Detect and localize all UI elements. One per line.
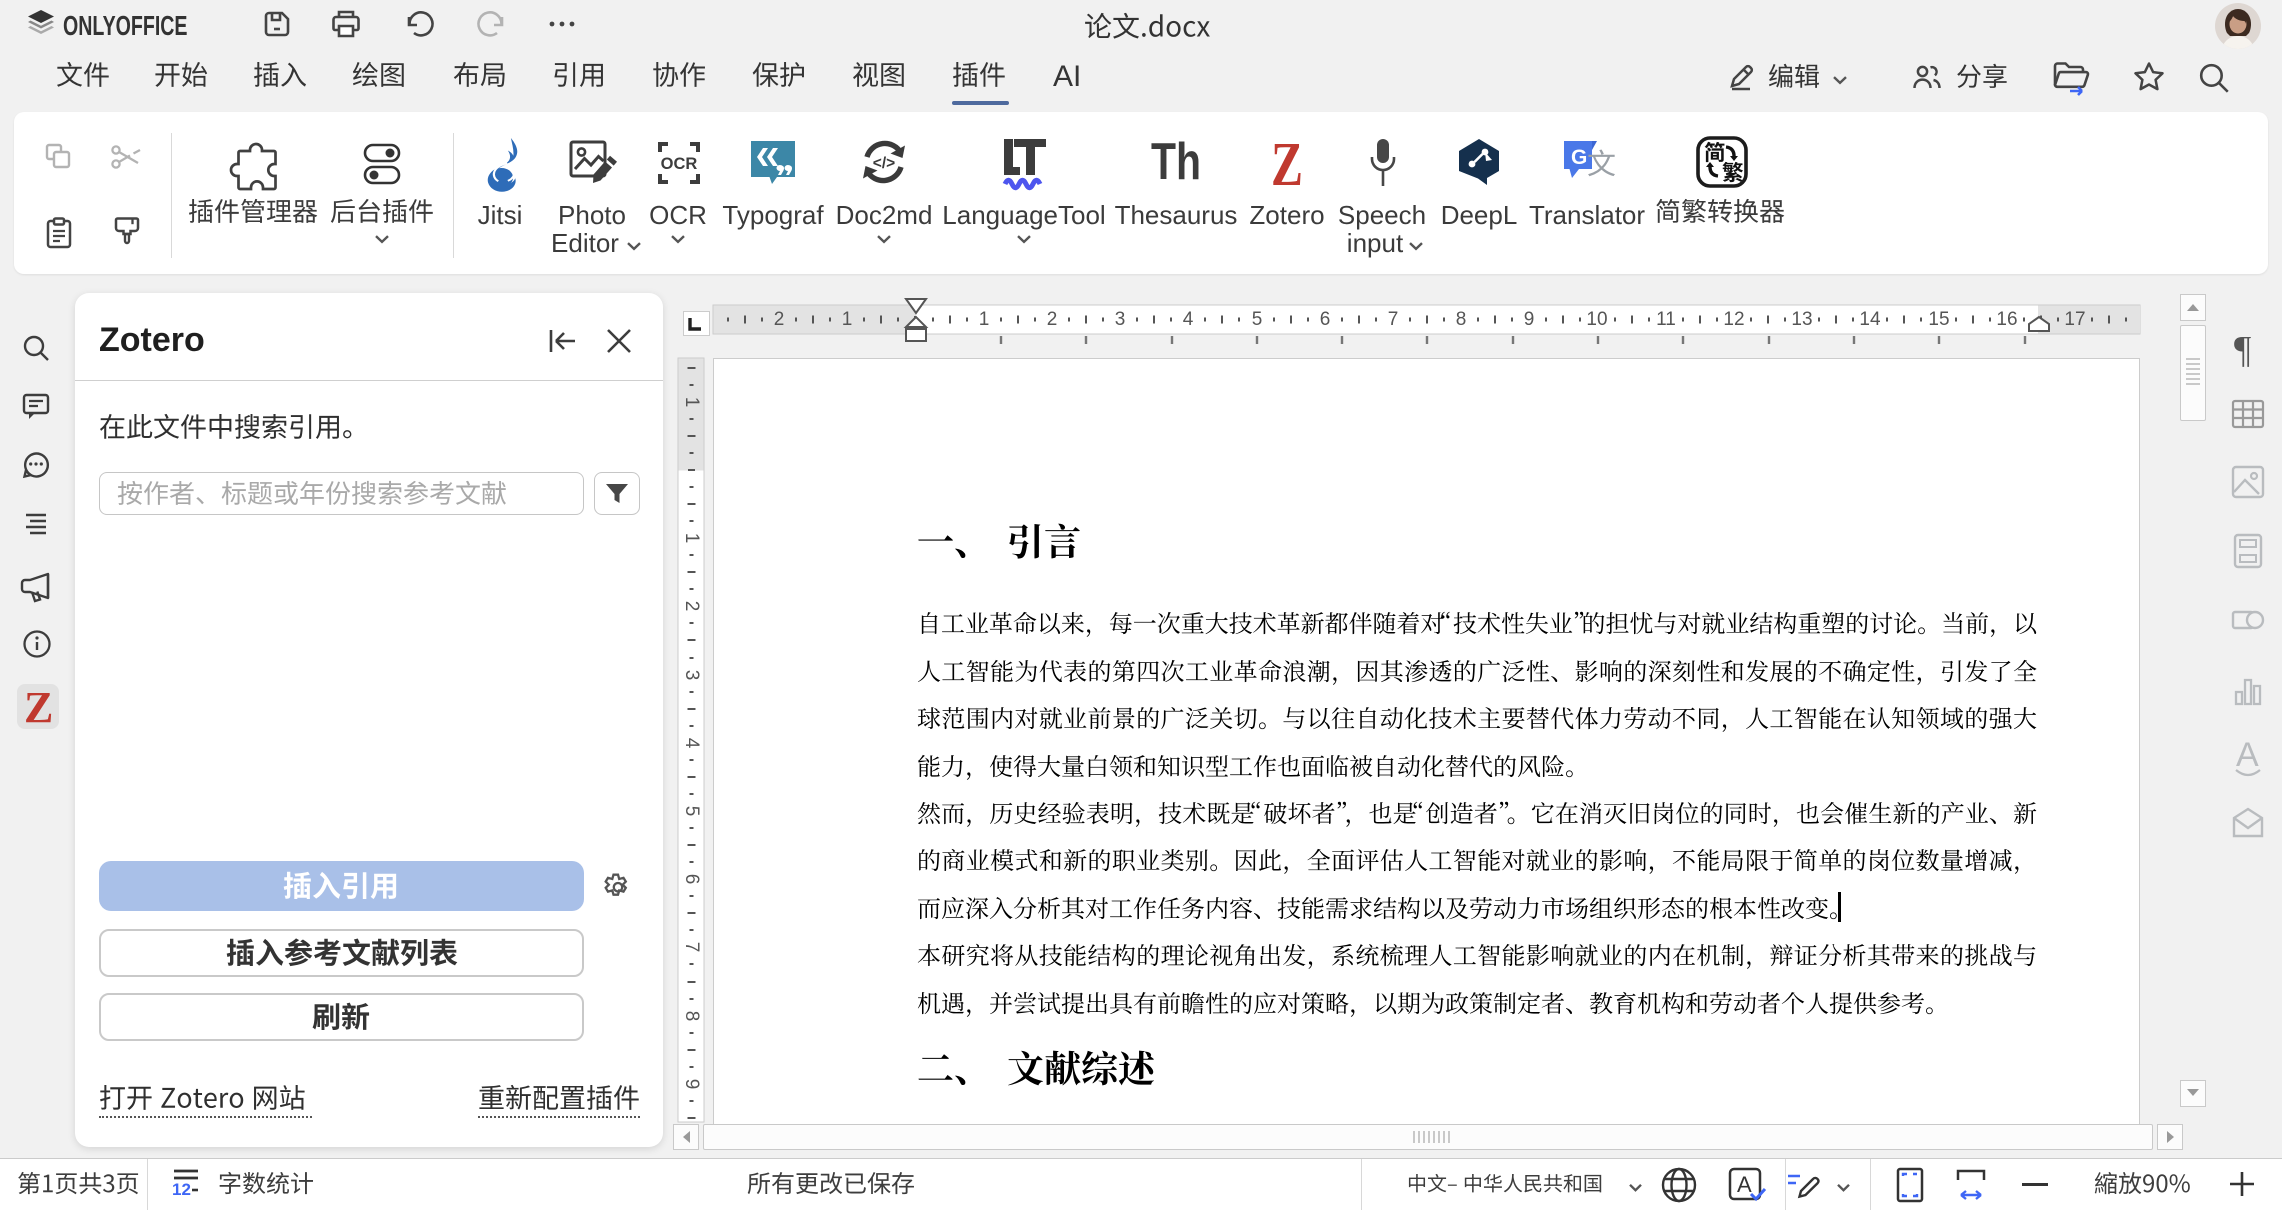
svg-text:11: 11 [1656,309,1676,330]
svg-text:17: 17 [2064,309,2085,330]
svg-text:3: 3 [1115,309,1126,330]
svg-text:3: 3 [681,670,702,681]
svg-text:2: 2 [1047,309,1058,330]
svg-text:9: 9 [1524,309,1535,330]
svg-text:16: 16 [1996,309,2017,330]
svg-text:12: 12 [172,1180,191,1199]
svg-text:4: 4 [681,738,702,749]
svg-text:4: 4 [1183,309,1194,330]
svg-text:Z: Z [1271,131,1303,199]
svg-text:1: 1 [681,533,702,544]
svg-text:5: 5 [1252,309,1263,330]
svg-text:¶: ¶ [2234,329,2251,371]
svg-text:Z: Z [24,683,53,732]
svg-text:8: 8 [681,1011,702,1022]
svg-text:14: 14 [1859,309,1881,330]
svg-text:1: 1 [681,397,702,408]
svg-text:6: 6 [1320,309,1331,330]
svg-text:A: A [1737,1172,1752,1197]
svg-text:8: 8 [1456,309,1467,330]
svg-text:15: 15 [1928,309,1949,330]
svg-text:7: 7 [681,942,702,953]
svg-text:2: 2 [774,309,785,330]
svg-text:7: 7 [1388,309,1399,330]
svg-text:G: G [1571,146,1587,169]
svg-text:Th: Th [1151,133,1201,191]
svg-text:13: 13 [1791,309,1812,330]
svg-text:OCR: OCR [661,155,698,173]
svg-text:6: 6 [681,874,702,885]
svg-text:12: 12 [1723,309,1744,330]
svg-text:1: 1 [979,309,990,330]
svg-text:</>: </> [873,155,895,172]
svg-text:2: 2 [681,601,702,612]
svg-text:9: 9 [681,1079,702,1090]
svg-text:A: A [2236,736,2259,774]
svg-text:10: 10 [1586,309,1607,330]
svg-text:1: 1 [842,309,853,330]
svg-text:5: 5 [681,806,702,817]
